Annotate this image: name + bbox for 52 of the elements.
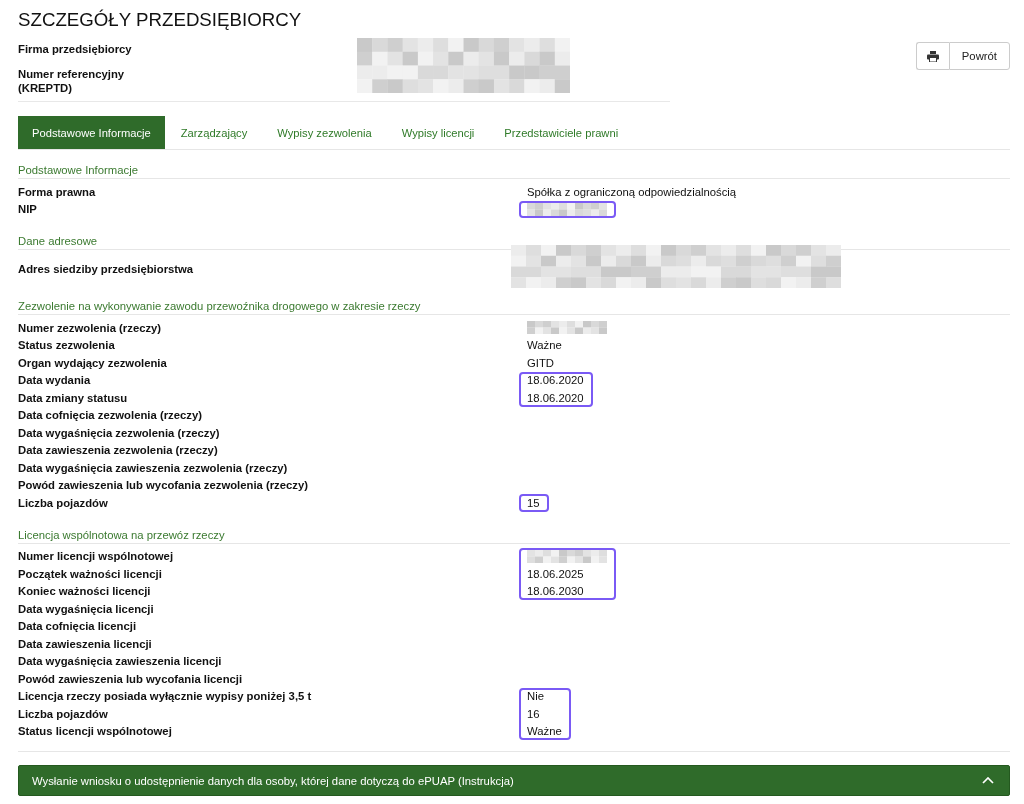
field-label: Organ wydający zezwolenia (18, 355, 168, 370)
back-button[interactable]: Powrót (948, 42, 1010, 70)
field-label: Liczba pojazdów (18, 495, 109, 510)
field-value: Ważne (526, 338, 563, 353)
field-value: Ważne (526, 724, 563, 739)
field-label: Numer zezwolenia (rzeczy) (18, 320, 163, 335)
field-label: Data cofnięcia zezwolenia (rzeczy) (18, 408, 203, 423)
field-label: Data wygaśnięcia zawieszenia zezwolenia (rzeczy) (18, 460, 289, 475)
field-label: Data cofnięcia licencji (18, 619, 138, 634)
section-heading: Licencja wspólnotowa na przewóz rzeczy (18, 527, 1010, 544)
chevron-up-icon (982, 777, 994, 784)
field-value: GITD (526, 355, 555, 370)
field-label: Koniec ważności licencji (18, 584, 152, 599)
field-value: 18.06.2030 (526, 584, 585, 599)
field-value: 16 (526, 706, 541, 721)
field-label: Powód zawieszenia lub wycofania zezwolenia (rzeczy) (18, 478, 310, 493)
field-label: Numer referencyjny (KREPTD) (18, 67, 126, 95)
field-label: Liczba pojazdów (18, 706, 109, 721)
tab[interactable]: Zarządzający (166, 116, 262, 149)
print-button[interactable] (915, 42, 949, 70)
field-label: Adres siedziby przedsiębiorstwa (18, 261, 195, 276)
field-value: 18.06.2025 (526, 566, 585, 581)
field-label: Data zmiany statusu (18, 390, 129, 405)
field-label: Status zezwolenia (18, 338, 116, 353)
tab[interactable]: Wypisy licencji (387, 116, 489, 149)
field-label: NIP (18, 202, 38, 217)
field-value: Nie (526, 689, 545, 704)
field-label: Data wygaśnięcia zezwolenia (rzeczy) (18, 425, 221, 440)
field-label: Firma przedsiębiorcy (18, 42, 133, 56)
field-label: Data wygaśnięcia licencji (18, 601, 155, 616)
field-label: Data zawieszenia zezwolenia (rzeczy) (18, 443, 219, 458)
field-value: 18.06.2020 (526, 390, 585, 405)
field-label: Status licencji wspólnotowej (18, 724, 173, 739)
field-label: Forma prawna (18, 184, 97, 199)
field-label: Początek ważności licencji (18, 566, 163, 581)
field-label: Data wygaśnięcia zawieszenia licencji (18, 654, 223, 669)
field-label: Licencja rzeczy posiada wyłącznie wypisy poniżej 3,5 t (18, 689, 313, 704)
section-heading: Podstawowe Informacje (18, 163, 1010, 179)
tab[interactable]: Podstawowe Informacje (18, 116, 165, 149)
field-label: Data wydania (18, 373, 92, 388)
field-label: Numer licencji wspólnotowej (18, 549, 175, 564)
field-value: 15 (526, 495, 541, 510)
field-label: Powód zawieszenia lub wycofania licencji (18, 671, 244, 686)
accordion-header[interactable]: Wysłanie wniosku o udostępnienie danych dla osoby, której dane dotyczą do ePUAP (Instrukcja) (18, 765, 1010, 796)
tab[interactable]: Wypisy zezwolenia (263, 116, 386, 149)
field-value: Spółka z ograniczoną odpowiedzialnością (526, 184, 738, 199)
page-title: SZCZEGÓŁY PRZEDSIĘBIORCY (18, 8, 302, 31)
field-value: 18.06.2020 (526, 373, 585, 388)
tab[interactable]: Przedstawiciele prawni (490, 116, 633, 149)
section-heading: Zezwolenie na wykonywanie zawodu przewoźnika drogowego w zakresie rzeczy (18, 299, 1010, 315)
printer-icon (926, 50, 939, 62)
field-label: Data zawieszenia licencji (18, 636, 153, 651)
